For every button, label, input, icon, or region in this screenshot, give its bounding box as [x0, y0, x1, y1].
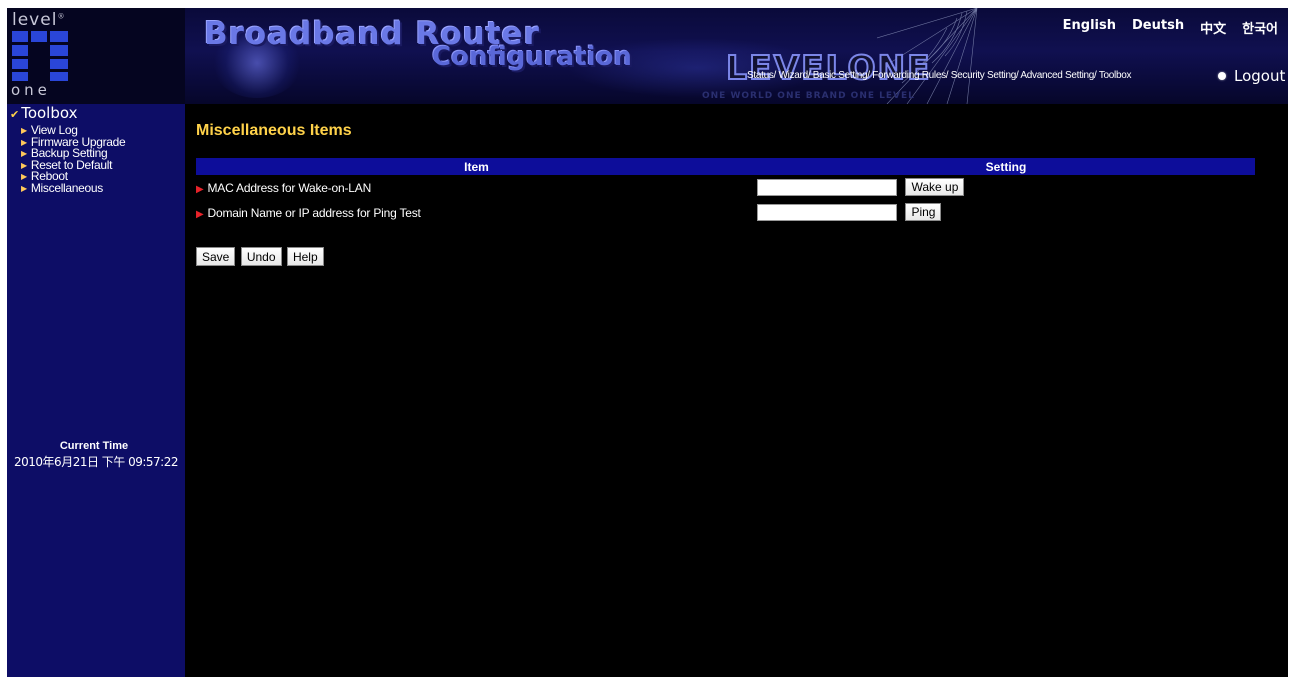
lang-chinese[interactable]: 中文: [1200, 18, 1226, 37]
arrow-right-icon: ▶: [21, 137, 27, 147]
table-row: ▶ Domain Name or IP address for Ping Test…: [196, 200, 1255, 225]
row-setting-wake-on-lan: Wake up: [757, 175, 1255, 200]
logo-mark-icon: [12, 31, 68, 81]
logo-bottom-text: one: [11, 81, 51, 99]
sidebar-menu: ▶ View Log ▶ Firmware Upgrade ▶ Backup Sett…: [21, 124, 126, 195]
red-arrow-icon: ▶: [196, 183, 204, 195]
current-time-value: 2010年6月21日 下午 09:57:22: [14, 455, 178, 469]
levelone-logo: level® one: [7, 8, 185, 104]
lang-korean[interactable]: 한국어: [1242, 18, 1278, 37]
save-button[interactable]: Save: [196, 247, 236, 266]
nav-toolbox[interactable]: Toolbox: [1099, 70, 1132, 81]
action-buttons: Save Undo Help: [196, 247, 325, 266]
levelone-brand: LEVELONE: [725, 47, 932, 88]
ping-button[interactable]: Ping: [905, 203, 942, 222]
nav-status[interactable]: Status/: [747, 70, 776, 81]
language-selector: English Deutsh 中文 한국어: [1047, 18, 1278, 37]
arrow-right-icon: ▶: [21, 126, 27, 135]
lang-deutsh[interactable]: Deutsh: [1132, 18, 1184, 37]
help-button[interactable]: Help: [286, 247, 324, 266]
settings-table: Item Setting ▶ MAC Address for Wake-on-LA…: [196, 158, 1255, 225]
mac-address-input[interactable]: [757, 178, 897, 196]
arrow-right-icon: ▶: [21, 183, 27, 193]
banner-subtitle: Configuration: [432, 42, 632, 72]
checkmark-icon: ✔: [10, 108, 20, 121]
wake-up-button[interactable]: Wake up: [905, 178, 965, 197]
sidebar: ✔ Toolbox ▶ View Log ▶ Firmware Upgrade ▶ Ba…: [7, 104, 185, 677]
top-navigation: Status/ Wizard/ Basic Setting/ Forwardin…: [747, 70, 1131, 81]
brand-slogan: ONE WORLD ONE BRAND ONE LEVEL: [702, 91, 915, 101]
current-time-label: Current Time: [59, 440, 129, 452]
arrow-right-icon: ▶: [21, 149, 27, 158]
nav-advanced-setting[interactable]: Advanced Setting/: [1020, 70, 1096, 81]
row-label-wake-on-lan: ▶ MAC Address for Wake-on-LAN: [196, 180, 372, 195]
arrow-right-icon: ▶: [21, 160, 27, 170]
header-banner: level® one Broadband Router Configuratio…: [7, 8, 1288, 104]
nav-basic-setting[interactable]: Basic Setting/: [813, 70, 870, 81]
undo-button[interactable]: Undo: [240, 247, 282, 266]
page-title: Miscellaneous Items: [196, 122, 352, 139]
router-admin-window: level® one Broadband Router Configuratio…: [7, 8, 1288, 677]
row-label-ping-test: ▶ Domain Name or IP address for Ping Test: [196, 205, 421, 220]
ping-host-input[interactable]: [757, 203, 897, 221]
logo-top-text: level®: [12, 10, 66, 30]
column-header-item: Item: [196, 158, 757, 175]
red-arrow-icon: ▶: [196, 208, 204, 220]
logout-link[interactable]: Logout: [1234, 67, 1285, 85]
column-header-setting: Setting: [757, 158, 1255, 175]
nav-wizard[interactable]: Wizard/: [779, 70, 811, 81]
logout-bullet-icon: [1218, 72, 1226, 80]
nav-security-setting[interactable]: Security Setting/: [951, 70, 1019, 81]
table-row: ▶ MAC Address for Wake-on-LAN Wake up: [196, 175, 1255, 200]
lang-english[interactable]: English: [1063, 18, 1116, 37]
nav-forwarding-rules[interactable]: Forwarding Rules/: [872, 70, 948, 81]
row-setting-ping-test: Ping: [757, 200, 1255, 225]
sidebar-title: ✔ Toolbox: [10, 104, 78, 122]
arrow-right-icon: ▶: [21, 172, 27, 181]
table-header-row: Item Setting: [196, 158, 1255, 175]
sidebar-item-miscellaneous[interactable]: ▶ Miscellaneous: [21, 182, 125, 195]
